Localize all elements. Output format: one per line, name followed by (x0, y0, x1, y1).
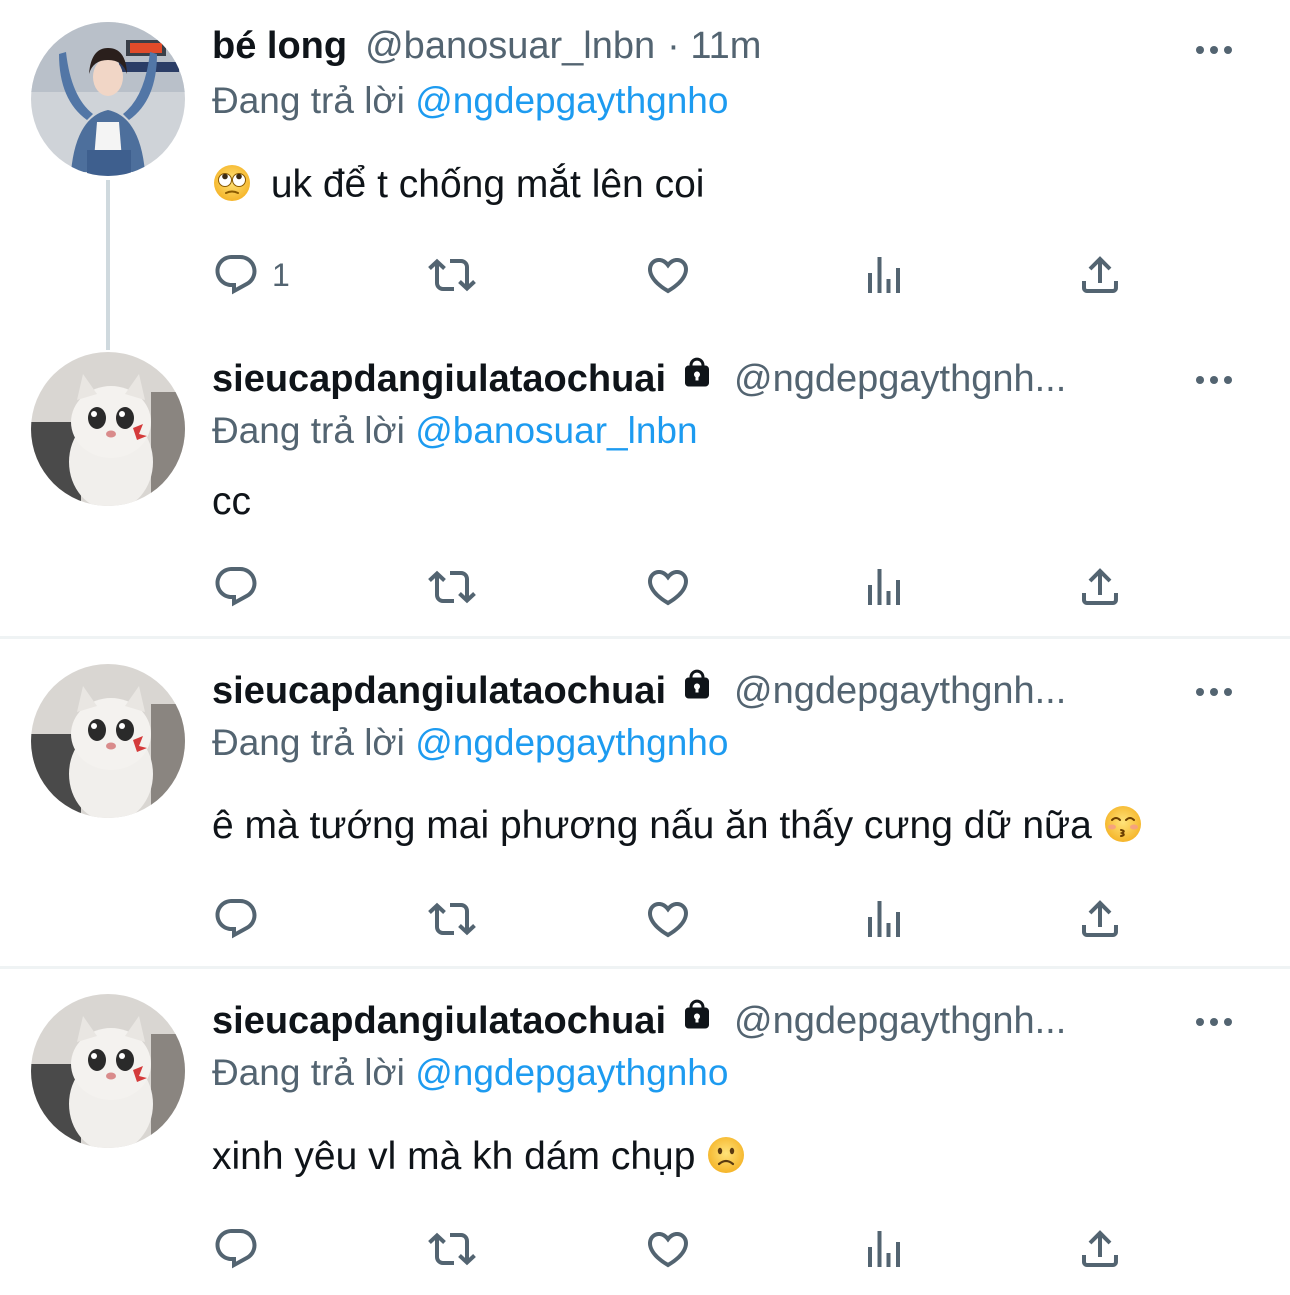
views-button[interactable] (860, 250, 908, 300)
retweet-button[interactable] (428, 250, 476, 300)
lock-icon (678, 667, 716, 703)
share-button[interactable] (1076, 250, 1124, 300)
replying-to-label: Đang trả lời (212, 410, 405, 451)
heart-icon (644, 1225, 692, 1273)
replying-to-label: Đang trả lời (212, 1052, 405, 1093)
like-button[interactable] (644, 562, 692, 612)
retweet-button[interactable] (428, 1224, 476, 1274)
avatar[interactable] (31, 352, 185, 506)
reply-count: 1 (272, 256, 290, 293)
retweet-icon (428, 1225, 476, 1273)
lock-icon (678, 997, 716, 1033)
share-icon (1076, 563, 1124, 611)
share-icon (1076, 251, 1124, 299)
tweet-text-content: ê mà tướng mai phương nấu ăn thấy cưng d… (212, 804, 1092, 847)
analytics-icon (860, 563, 908, 611)
retweet-button[interactable] (428, 894, 476, 944)
retweet-icon (428, 251, 476, 299)
tweet-text-content: uk để t chống mắt lên coi (270, 163, 705, 206)
avatar[interactable] (31, 22, 185, 176)
tweet-text-content: cc (212, 480, 251, 523)
analytics-icon (860, 251, 908, 299)
retweet-icon (428, 895, 476, 943)
user-handle[interactable]: @banosuar_lnbn (365, 25, 655, 68)
more-options-icon[interactable] (1196, 684, 1236, 698)
avatar[interactable] (31, 664, 185, 818)
tweet-text: uk để t chống mắt lên coi (212, 163, 704, 207)
reply-icon (212, 563, 260, 611)
analytics-icon (860, 895, 908, 943)
replying-to: Đang trả lời @ngdepgaythgnho (212, 722, 728, 764)
tweet-text: cc (212, 480, 251, 524)
replying-to: Đang trả lời @ngdepgaythgnho (212, 1052, 728, 1094)
more-options-icon[interactable] (1196, 372, 1236, 386)
share-button[interactable] (1076, 1224, 1124, 1274)
views-button[interactable] (860, 1224, 908, 1274)
replying-to: Đang trả lời @banosuar_lnbn (212, 410, 698, 452)
reply-button[interactable] (212, 894, 260, 944)
like-button[interactable] (644, 1224, 692, 1274)
reply-button[interactable]: 1 (212, 250, 290, 300)
views-button[interactable] (860, 894, 908, 944)
heart-icon (644, 251, 692, 299)
tweet-timestamp[interactable]: · 11m (667, 25, 761, 68)
reply-icon (212, 895, 260, 943)
tweet-actions (212, 894, 1142, 944)
lock-icon (678, 355, 716, 391)
replying-to-mention[interactable]: @ngdepgaythgnho (415, 1052, 728, 1093)
slightly-frowning-emoji-icon (708, 1137, 745, 1173)
avatar[interactable] (31, 994, 185, 1148)
tweet[interactable]: sieucapdangiulataochuai @ngdepgaythgnh..… (0, 970, 1290, 1295)
like-button[interactable] (644, 894, 692, 944)
heart-icon (644, 563, 692, 611)
tweet-text: ê mà tướng mai phương nấu ăn thấy cưng d… (212, 804, 1143, 848)
display-name[interactable]: sieucapdangiulataochuai (212, 1000, 666, 1043)
heart-icon (644, 895, 692, 943)
replying-to: Đang trả lời @ngdepgaythgnho (212, 80, 728, 122)
share-button[interactable] (1076, 894, 1124, 944)
rolling-eyes-emoji-icon (214, 165, 250, 201)
replying-to-label: Đang trả lời (212, 80, 405, 121)
replying-to-mention[interactable]: @ngdepgaythgnho (415, 80, 728, 121)
like-button[interactable] (644, 250, 692, 300)
display-name[interactable]: sieucapdangiulataochuai (212, 358, 666, 401)
display-name[interactable]: sieucapdangiulataochuai (212, 670, 666, 713)
user-handle[interactable]: @ngdepgaythgnh... (734, 670, 1066, 713)
reply-icon (212, 251, 260, 299)
replying-to-mention[interactable]: @ngdepgaythgnho (415, 722, 728, 763)
tweet[interactable]: sieucapdangiulataochuai @ngdepgaythgnh..… (0, 640, 1290, 965)
tweet-actions (212, 562, 1142, 612)
retweet-button[interactable] (428, 562, 476, 612)
replying-to-mention[interactable]: @banosuar_lnbn (415, 410, 697, 451)
more-options-icon[interactable] (1196, 42, 1236, 56)
tweet[interactable]: bé long @banosuar_lnbn · 11m Đang trả lờ… (0, 0, 1290, 330)
tweet-text-content: xinh yêu vl mà kh dám chụp (212, 1135, 696, 1178)
retweet-icon (428, 563, 476, 611)
tweet-text: xinh yêu vl mà kh dám chụp (212, 1135, 746, 1179)
views-button[interactable] (860, 562, 908, 612)
analytics-icon (860, 1225, 908, 1273)
user-handle[interactable]: @ngdepgaythgnh... (734, 1000, 1066, 1043)
tweet[interactable]: sieucapdangiulataochuai @ngdepgaythgnh..… (0, 340, 1290, 635)
share-button[interactable] (1076, 562, 1124, 612)
tweet-actions: 1 (212, 250, 1142, 300)
share-icon (1076, 1225, 1124, 1273)
tweet-actions (212, 1224, 1142, 1274)
reply-button[interactable] (212, 562, 260, 612)
share-icon (1076, 895, 1124, 943)
tweet-divider (0, 636, 1290, 639)
display-name[interactable]: bé long (212, 25, 347, 68)
user-handle[interactable]: @ngdepgaythgnh... (734, 358, 1066, 401)
replying-to-label: Đang trả lời (212, 722, 405, 763)
more-options-icon[interactable] (1196, 1014, 1236, 1028)
reply-icon (212, 1225, 260, 1273)
kissing-smiling-eyes-emoji-icon (1104, 806, 1141, 842)
tweet-divider (0, 966, 1290, 969)
reply-button[interactable] (212, 1224, 260, 1274)
